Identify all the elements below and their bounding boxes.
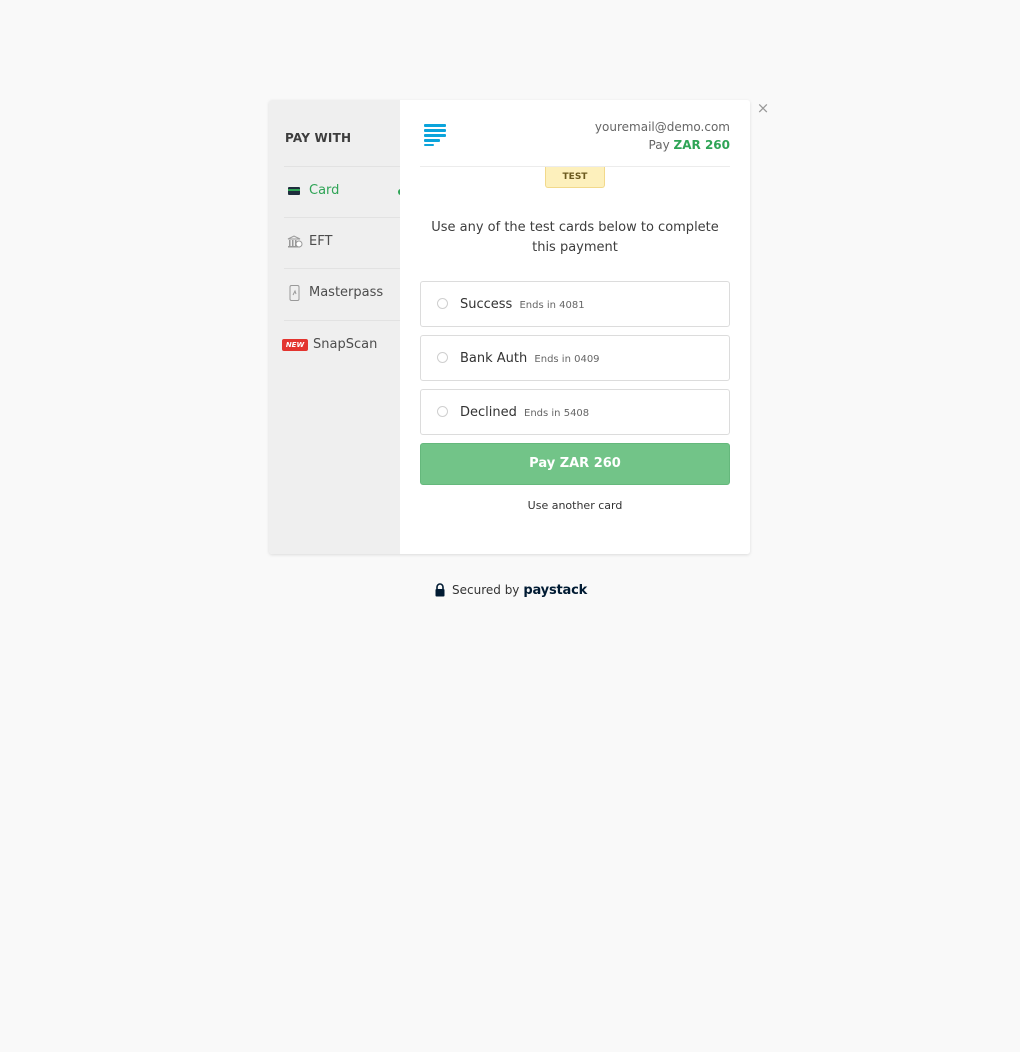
card-icon bbox=[287, 183, 301, 197]
sidebar-item-eft[interactable]: EFT bbox=[284, 217, 400, 268]
radio-button[interactable] bbox=[437, 298, 448, 309]
card-ends: Ends in 5408 bbox=[524, 408, 590, 419]
pay-with-heading: PAY WITH bbox=[285, 131, 352, 145]
radio-button[interactable] bbox=[437, 406, 448, 417]
instruction-text: Use any of the test cards below to compl… bbox=[431, 220, 719, 255]
sidebar-item-label: Card bbox=[309, 183, 340, 198]
sidebar-item-label: EFT bbox=[309, 234, 333, 249]
paystack-brand: paystack bbox=[523, 582, 588, 598]
sidebar-item-label: Masterpass bbox=[309, 285, 384, 300]
card-ends: Ends in 4081 bbox=[519, 300, 585, 311]
merchant-logo-icon bbox=[424, 124, 446, 146]
lock-icon bbox=[435, 583, 445, 597]
card-option-label: Success Ends in 4081 bbox=[460, 297, 585, 312]
sidebar-item-masterpass[interactable]: Masterpass bbox=[284, 268, 400, 319]
use-another-card-link[interactable]: Use another card bbox=[420, 499, 730, 512]
test-card-option-success[interactable]: Success Ends in 4081 bbox=[420, 281, 730, 327]
pay-button[interactable]: Pay ZAR 260 bbox=[420, 443, 730, 485]
secured-text: Secured by bbox=[452, 583, 520, 597]
close-icon[interactable]: × bbox=[756, 100, 770, 116]
payment-main-panel: youremail@demo.com Pay ZAR 260 TEST Use … bbox=[400, 100, 750, 554]
card-name: Declined bbox=[460, 405, 517, 420]
customer-email: youremail@demo.com bbox=[594, 120, 730, 134]
test-mode-badge: TEST bbox=[545, 167, 605, 188]
mobile-icon bbox=[287, 285, 301, 301]
sidebar-item-card[interactable]: Card bbox=[284, 166, 403, 217]
payment-method-sidebar: PAY WITH Card EFT Masterpass NEW SnapSca… bbox=[269, 100, 403, 554]
test-card-option-declined[interactable]: Declined Ends in 5408 bbox=[420, 389, 730, 435]
new-badge: NEW bbox=[282, 339, 308, 351]
payment-modal: PAY WITH Card EFT Masterpass NEW SnapSca… bbox=[269, 100, 769, 554]
sidebar-item-snapscan[interactable]: NEW SnapScan bbox=[282, 320, 400, 371]
card-name: Bank Auth bbox=[460, 351, 528, 366]
card-name: Success bbox=[460, 297, 513, 312]
card-option-label: Bank Auth Ends in 0409 bbox=[460, 351, 600, 366]
sidebar-item-label: SnapScan bbox=[313, 337, 378, 352]
payment-amount: ZAR 260 bbox=[673, 138, 730, 152]
payment-amount-line: Pay ZAR 260 bbox=[649, 138, 730, 152]
bank-icon bbox=[287, 234, 303, 248]
card-option-label: Declined Ends in 5408 bbox=[460, 405, 589, 420]
pay-prefix: Pay bbox=[648, 138, 670, 152]
radio-button[interactable] bbox=[437, 352, 448, 363]
test-card-option-bank-auth[interactable]: Bank Auth Ends in 0409 bbox=[420, 335, 730, 381]
secured-by-footer: Secured by paystack bbox=[435, 581, 587, 599]
card-ends: Ends in 0409 bbox=[534, 354, 600, 365]
